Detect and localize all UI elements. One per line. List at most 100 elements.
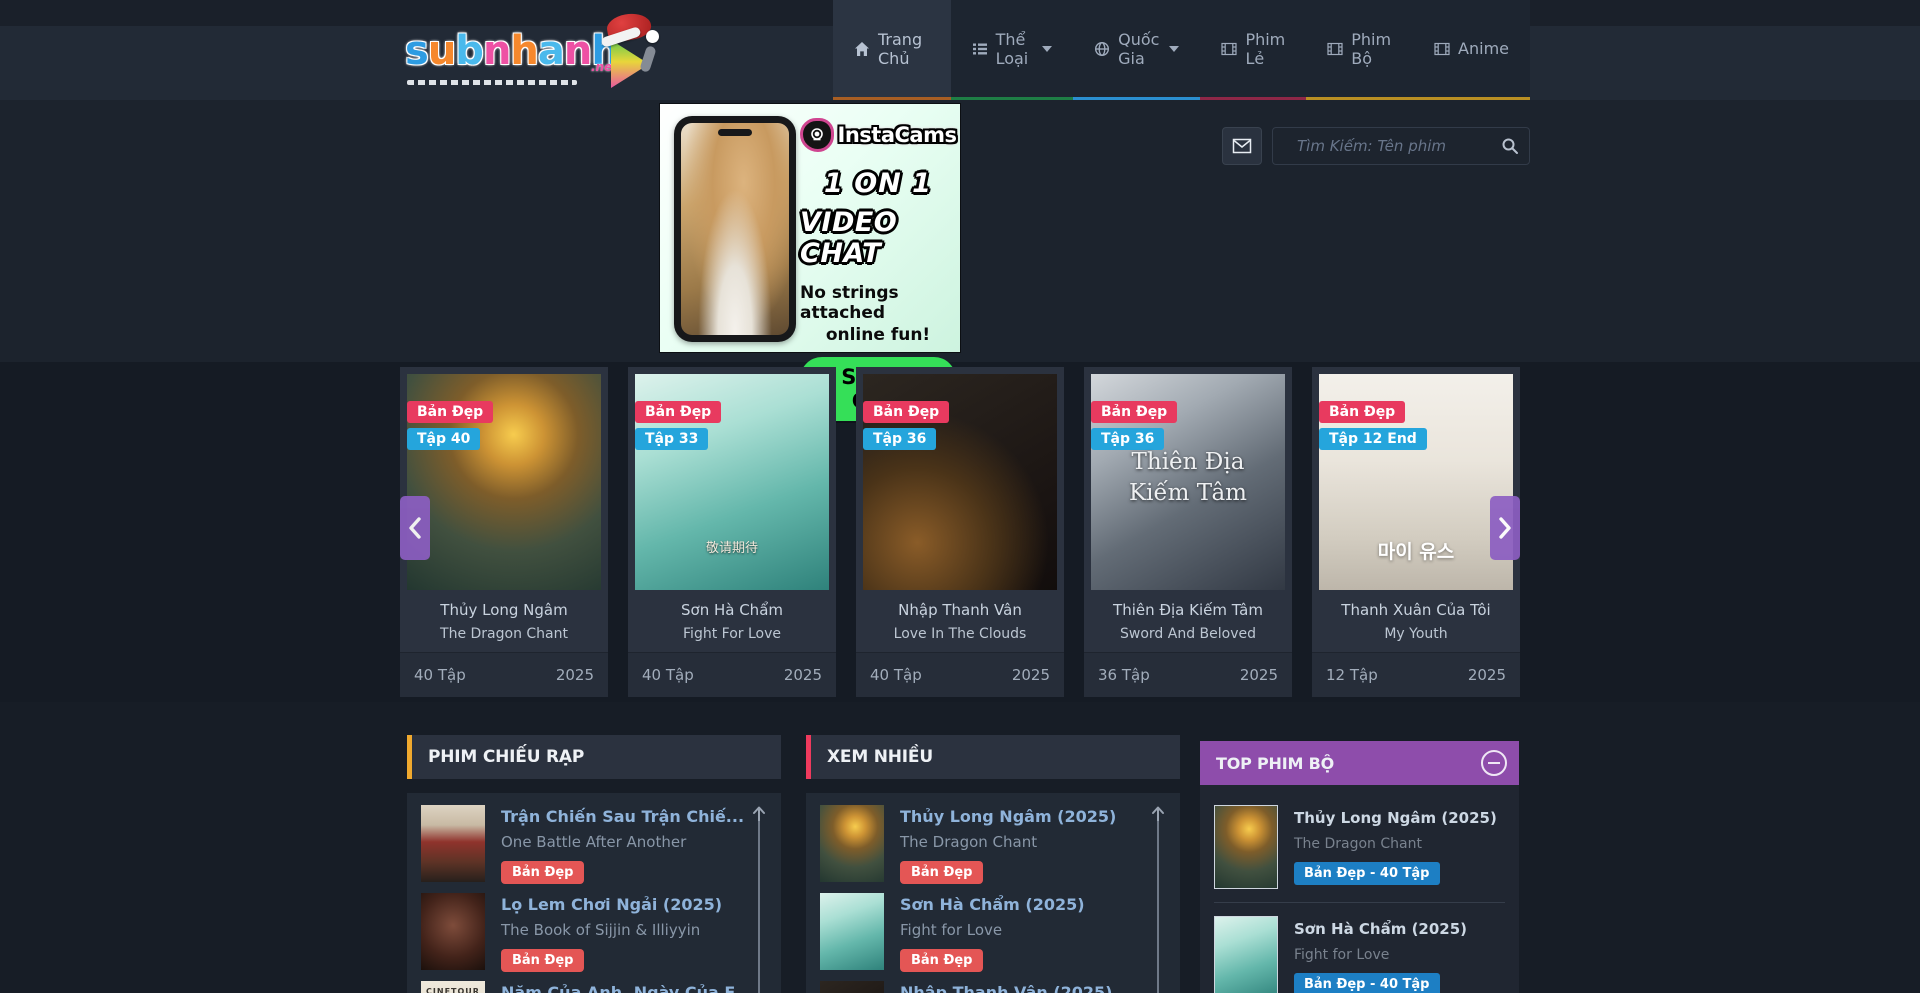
episode-badge: Tập 12 End <box>1319 428 1427 450</box>
ad-content: InstaCams 1 ON 1 VIDEO CHAT No strings a… <box>800 112 956 346</box>
list-item[interactable]: Sơn Hà Chẩm (2025) Fight for Love Bản Đẹ… <box>820 893 1166 972</box>
section-title: PHIM CHIẾU RẠP <box>428 747 584 767</box>
section-header: XEM NHIỀU <box>806 735 1180 779</box>
site-logo[interactable]: subnhanh .net <box>405 22 645 92</box>
movie-thumbnail <box>820 981 884 993</box>
poster-caption: 敬请期待 <box>635 537 829 556</box>
nav-item-label: Quốc Gia <box>1118 30 1159 68</box>
ad-headline-2: VIDEO CHAT <box>800 207 956 269</box>
movie-subtitle: Fight for Love <box>1294 947 1467 963</box>
list-item[interactable]: CINETOUR Năm Của Anh, Ngày Của E... <box>421 981 767 993</box>
episode-badge: Tập 40 <box>407 428 480 450</box>
section-title: TOP PHIM BỘ <box>1216 754 1334 773</box>
movie-poster: Bản Đẹp Tập 33 敬请期待 <box>635 374 829 590</box>
episode-count: 40 Tập <box>414 666 466 684</box>
home-icon <box>854 41 870 57</box>
movie-thumbnail: CINETOUR <box>421 981 485 993</box>
ad-tagline-1: No strings attached <box>800 283 956 323</box>
movie-card[interactable]: Bản Đẹp Tập 12 End 마이 유스 Thanh Xuân Của … <box>1312 367 1520 697</box>
movie-title: Sơn Hà Chẩm (2025) <box>900 895 1085 914</box>
list-scrollbar[interactable] <box>751 805 767 993</box>
nav-item-genre[interactable]: Thể Loại <box>951 0 1074 100</box>
quality-badge: Bản Đẹp <box>900 949 983 972</box>
nav-item-label: Thể Loại <box>996 30 1033 68</box>
movie-title: Sơn Hà Chẩm <box>635 601 829 619</box>
list-item[interactable]: Trận Chiến Sau Trận Chiế... One Battle A… <box>421 805 767 884</box>
ad-tagline-2: online fun! <box>826 325 930 345</box>
carousel-next-button[interactable] <box>1490 496 1520 560</box>
nav-item-series[interactable]: Phim Bộ <box>1306 0 1413 100</box>
movie-card[interactable]: Bản Đẹp Tập 36 Thiên Địa Kiếm Tâm Thiên … <box>1084 367 1292 697</box>
movie-year: 2025 <box>1240 666 1278 684</box>
ad-brand-name: InstaCams <box>838 123 957 147</box>
search-button[interactable] <box>1497 137 1531 155</box>
list-item[interactable]: Nhập Thanh Vân (2025) <box>820 981 1166 993</box>
page: Trang Chủ Thể Loại Quốc Gia Phim Lẻ Phim… <box>0 0 1920 993</box>
nav-item-anime[interactable]: Anime <box>1413 0 1530 100</box>
movie-poster: Bản Đẹp Tập 40 <box>407 374 601 590</box>
movie-subtitle: My Youth <box>1319 626 1513 642</box>
movie-thumbnail <box>1214 916 1278 993</box>
movie-title: Năm Của Anh, Ngày Của E... <box>501 983 754 993</box>
quality-badge: Bản Đẹp <box>501 949 584 972</box>
movie-subtitle: The Dragon Chant <box>407 626 601 642</box>
thumbnail-caption: CINETOUR <box>421 987 485 993</box>
list-item[interactable]: Lọ Lem Chơi Ngải (2025) The Book of Sijj… <box>421 893 767 972</box>
movie-card[interactable]: Bản Đẹp Tập 40 Thủy Long Ngâm The Dragon… <box>400 367 608 697</box>
quality-badge: Bản Đẹp <box>635 401 721 423</box>
film-icon <box>1434 41 1450 57</box>
movie-poster: Bản Đẹp Tập 36 Thiên Địa Kiếm Tâm <box>1091 374 1285 590</box>
nav-item-country[interactable]: Quốc Gia <box>1073 0 1200 100</box>
chevron-down-icon <box>1169 46 1179 52</box>
movie-subtitle: Fight For Love <box>635 626 829 642</box>
ad-model-photo <box>681 123 789 335</box>
carousel-prev-button[interactable] <box>400 496 430 560</box>
nav-item-label: Phim Bộ <box>1351 30 1392 68</box>
movie-year: 2025 <box>1468 666 1506 684</box>
logo-wordmark: subnhanh <box>405 28 619 74</box>
list-item[interactable]: Thủy Long Ngâm (2025) The Dragon Chant B… <box>1214 797 1505 902</box>
collapse-button[interactable] <box>1481 750 1507 776</box>
globe-icon <box>1094 41 1110 57</box>
most-viewed-list: Thủy Long Ngâm (2025) The Dragon Chant B… <box>806 793 1180 993</box>
list-item[interactable]: Sơn Hà Chẩm (2025) Fight for Love Bản Đẹ… <box>1214 902 1505 993</box>
webcam-icon <box>800 118 834 152</box>
quality-badge: Bản Đẹp <box>407 401 493 423</box>
mail-button[interactable] <box>1222 127 1262 165</box>
search-input[interactable] <box>1273 137 1497 155</box>
movie-card[interactable]: Bản Đẹp Tập 36 Nhập Thanh Vân Love In Th… <box>856 367 1064 697</box>
quality-badge: Bản Đẹp <box>1319 401 1405 423</box>
movie-thumbnail <box>820 805 884 882</box>
section-header: PHIM CHIẾU RẠP <box>407 735 781 779</box>
nav-item-movies[interactable]: Phim Lẻ <box>1200 0 1306 100</box>
movie-card[interactable]: Bản Đẹp Tập 33 敬请期待 Sơn Hà Chẩm Fight Fo… <box>628 367 836 697</box>
nav-item-home[interactable]: Trang Chủ <box>833 0 951 100</box>
search-icon <box>1501 137 1519 155</box>
section-header: TOP PHIM BỘ <box>1200 741 1519 785</box>
ad-phone-frame <box>674 116 796 342</box>
movie-title: Trận Chiến Sau Trận Chiế... <box>501 807 744 826</box>
movie-subtitle: Sword And Beloved <box>1091 626 1285 642</box>
movie-title: Thủy Long Ngâm (2025) <box>900 807 1116 826</box>
episode-badge: Tập 33 <box>635 428 708 450</box>
ad-banner[interactable]: InstaCams 1 ON 1 VIDEO CHAT No strings a… <box>659 103 961 353</box>
movie-title: Nhập Thanh Vân <box>863 601 1057 619</box>
movie-title: Thủy Long Ngâm (2025) <box>1294 809 1497 827</box>
quality-badge: Bản Đẹp <box>501 861 584 884</box>
movie-thumbnail <box>820 893 884 970</box>
episode-count: 12 Tập <box>1326 666 1378 684</box>
list-scrollbar[interactable] <box>1150 805 1166 993</box>
chevron-down-icon <box>1042 46 1052 52</box>
film-icon <box>1327 41 1343 57</box>
section-most-viewed: XEM NHIỀU Thủy Long Ngâm (2025) The Drag… <box>806 735 1180 993</box>
movie-title: Thiên Địa Kiếm Tâm <box>1091 601 1285 619</box>
list-icon <box>972 41 988 57</box>
movie-title: Lọ Lem Chơi Ngải (2025) <box>501 895 722 914</box>
poster-caption: 마이 유스 <box>1319 537 1513 564</box>
list-item[interactable]: Thủy Long Ngâm (2025) The Dragon Chant B… <box>820 805 1166 884</box>
movie-title: Nhập Thanh Vân (2025) <box>900 983 1112 993</box>
movie-thumbnail <box>1214 805 1278 889</box>
movie-poster: Bản Đẹp Tập 12 End 마이 유스 <box>1319 374 1513 590</box>
main-nav: Trang Chủ Thể Loại Quốc Gia Phim Lẻ Phim… <box>833 0 1530 100</box>
movie-subtitle: Love In The Clouds <box>863 626 1057 642</box>
